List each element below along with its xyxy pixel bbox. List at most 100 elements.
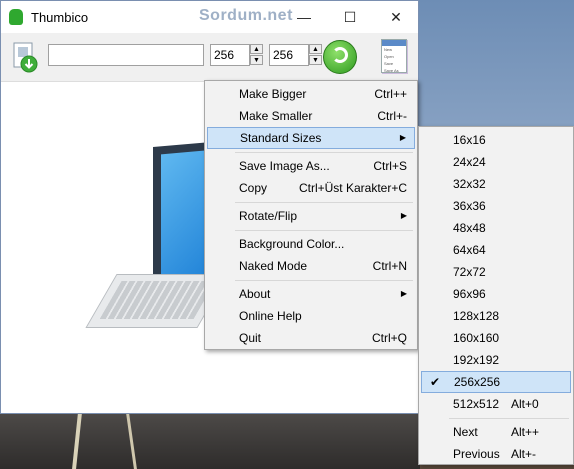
checkmark-icon: ✔ (430, 375, 441, 389)
size-item-label: 36x36 (453, 199, 486, 213)
watermark-text: Sordum.net (199, 7, 293, 24)
size-item-label: 192x192 (453, 353, 500, 367)
size-item-label: 16x16 (453, 133, 486, 147)
road-line (126, 413, 137, 469)
size-item-96x96[interactable]: 96x96 (421, 283, 571, 305)
menu-item-background-color[interactable]: Background Color... (207, 233, 415, 255)
menu-separator (235, 230, 413, 231)
size-item-36x36[interactable]: 36x36 (421, 195, 571, 217)
menu-item-copy[interactable]: Copy Ctrl+Üst Karakter+C (207, 177, 415, 199)
desktop-road (0, 413, 420, 469)
menu-item-naked-mode[interactable]: Naked Mode Ctrl+N (207, 255, 415, 277)
doc-line: Save As (384, 68, 399, 73)
refresh-button[interactable] (323, 40, 357, 74)
menu-item-shortcut: Ctrl+N (372, 259, 407, 273)
menu-item-about[interactable]: About ▶ (207, 283, 415, 305)
size-item-label: Previous (453, 447, 500, 461)
size-item-label: 512x512 (453, 397, 500, 411)
size-item-32x32[interactable]: 32x32 (421, 173, 571, 195)
menu-item-rotate-flip[interactable]: Rotate/Flip ▶ (207, 205, 415, 227)
menu-item-label: Background Color... (239, 237, 345, 251)
size-item-shortcut: Alt+0 (511, 397, 539, 411)
size-item-label: 72x72 (453, 265, 486, 279)
menu-item-make-smaller[interactable]: Make Smaller Ctrl+- (207, 105, 415, 127)
doc-line: New (384, 47, 393, 52)
height-down-button[interactable]: ▼ (309, 55, 322, 65)
size-item-label: 48x48 (453, 221, 486, 235)
size-item-160x160[interactable]: 160x160 (421, 327, 571, 349)
size-item-72x72[interactable]: 72x72 (421, 261, 571, 283)
menu-separator (235, 202, 413, 203)
size-item-label: 160x160 (453, 331, 500, 345)
size-item-label: 64x64 (453, 243, 486, 257)
menu-item-shortcut: Ctrl+- (377, 109, 407, 123)
submenu-arrow-icon: ▶ (400, 289, 407, 298)
doc-line: Open (384, 54, 394, 59)
menu-item-label: Make Bigger (239, 87, 307, 101)
submenu-arrow-icon: ▶ (400, 211, 407, 220)
size-item-192x192[interactable]: 192x192 (421, 349, 571, 371)
menu-item-label: Rotate/Flip (239, 209, 298, 223)
size-item-512x512[interactable]: 512x512 Alt+0 (421, 393, 571, 415)
size-item-label: 32x32 (453, 177, 486, 191)
submenu-arrow-icon: ▶ (399, 133, 406, 142)
height-up-button[interactable]: ▲ (309, 44, 322, 54)
refresh-arrow-icon (332, 47, 348, 63)
file-path-input[interactable] (48, 44, 204, 66)
maximize-button[interactable]: ☐ (327, 1, 373, 33)
size-item-128x128[interactable]: 128x128 (421, 305, 571, 327)
road-line (72, 413, 82, 469)
size-item-64x64[interactable]: 64x64 (421, 239, 571, 261)
height-stepper[interactable]: ▲ ▼ (309, 44, 323, 66)
toolbar: 256 ▲ ▼ 256 ▲ ▼ New Open Save Save As (1, 33, 418, 82)
menu-item-shortcut: Ctrl+S (373, 159, 407, 173)
size-item-24x24[interactable]: 24x24 (421, 151, 571, 173)
menu-item-online-help[interactable]: Online Help (207, 305, 415, 327)
menu-item-label: Quit (239, 331, 262, 345)
size-item-label: 24x24 (453, 155, 486, 169)
context-menu: Make Bigger Ctrl++ Make Smaller Ctrl+- Stand… (204, 80, 418, 350)
size-item-label: Next (453, 425, 478, 439)
menu-item-label: About (239, 287, 271, 301)
menu-item-shortcut: Ctrl++ (374, 87, 407, 101)
menu-separator (235, 280, 413, 281)
minimize-button[interactable]: — (281, 1, 327, 33)
size-item-16x16[interactable]: 16x16 (421, 129, 571, 151)
height-input[interactable]: 256 (269, 44, 309, 66)
menu-separator (449, 418, 569, 419)
size-item-label: 256x256 (454, 375, 501, 389)
menu-item-label: Copy (239, 181, 268, 195)
standard-sizes-submenu: 16x16 24x24 32x32 36x36 48x48 64x64 72x72 96x96… (418, 126, 574, 465)
width-input[interactable]: 256 (210, 44, 250, 66)
menu-item-shortcut: Ctrl+Üst Karakter+C (298, 181, 407, 195)
close-button[interactable]: ✕ (373, 1, 419, 33)
size-item-shortcut: Alt++ (511, 425, 540, 439)
size-item-previous[interactable]: Previous Alt+- (421, 443, 571, 465)
menu-item-label: Make Smaller (239, 109, 313, 123)
size-item-next[interactable]: Next Alt++ (421, 421, 571, 443)
menu-document-icon[interactable]: New Open Save Save As (381, 39, 407, 73)
menu-separator (235, 152, 413, 153)
menu-item-label: Standard Sizes (240, 131, 322, 145)
size-item-256x256[interactable]: ✔ 256x256 (421, 371, 571, 393)
menu-item-label: Online Help (239, 309, 302, 323)
title-bar[interactable]: Thumbico Sordum.net — ☐ ✕ (1, 1, 418, 33)
menu-item-label: Naked Mode (239, 259, 308, 273)
menu-item-make-bigger[interactable]: Make Bigger Ctrl++ (207, 83, 415, 105)
menu-item-label: Save Image As... (239, 159, 330, 173)
window-title: Thumbico (31, 10, 89, 25)
size-item-48x48[interactable]: 48x48 (421, 217, 571, 239)
size-item-label: 96x96 (453, 287, 486, 301)
thumbico-app-icon (9, 9, 23, 25)
menu-item-standard-sizes[interactable]: Standard Sizes ▶ (207, 127, 415, 149)
width-up-button[interactable]: ▲ (250, 44, 263, 54)
menu-item-quit[interactable]: Quit Ctrl+Q (207, 327, 415, 349)
size-item-label: 128x128 (453, 309, 500, 323)
doc-line: Save (384, 61, 394, 66)
open-file-icon[interactable] (10, 41, 40, 73)
size-item-shortcut: Alt+- (511, 447, 537, 461)
keyboard-keys (99, 281, 216, 319)
menu-item-save-image-as[interactable]: Save Image As... Ctrl+S (207, 155, 415, 177)
width-stepper[interactable]: ▲ ▼ (250, 44, 264, 66)
width-down-button[interactable]: ▼ (250, 55, 263, 65)
